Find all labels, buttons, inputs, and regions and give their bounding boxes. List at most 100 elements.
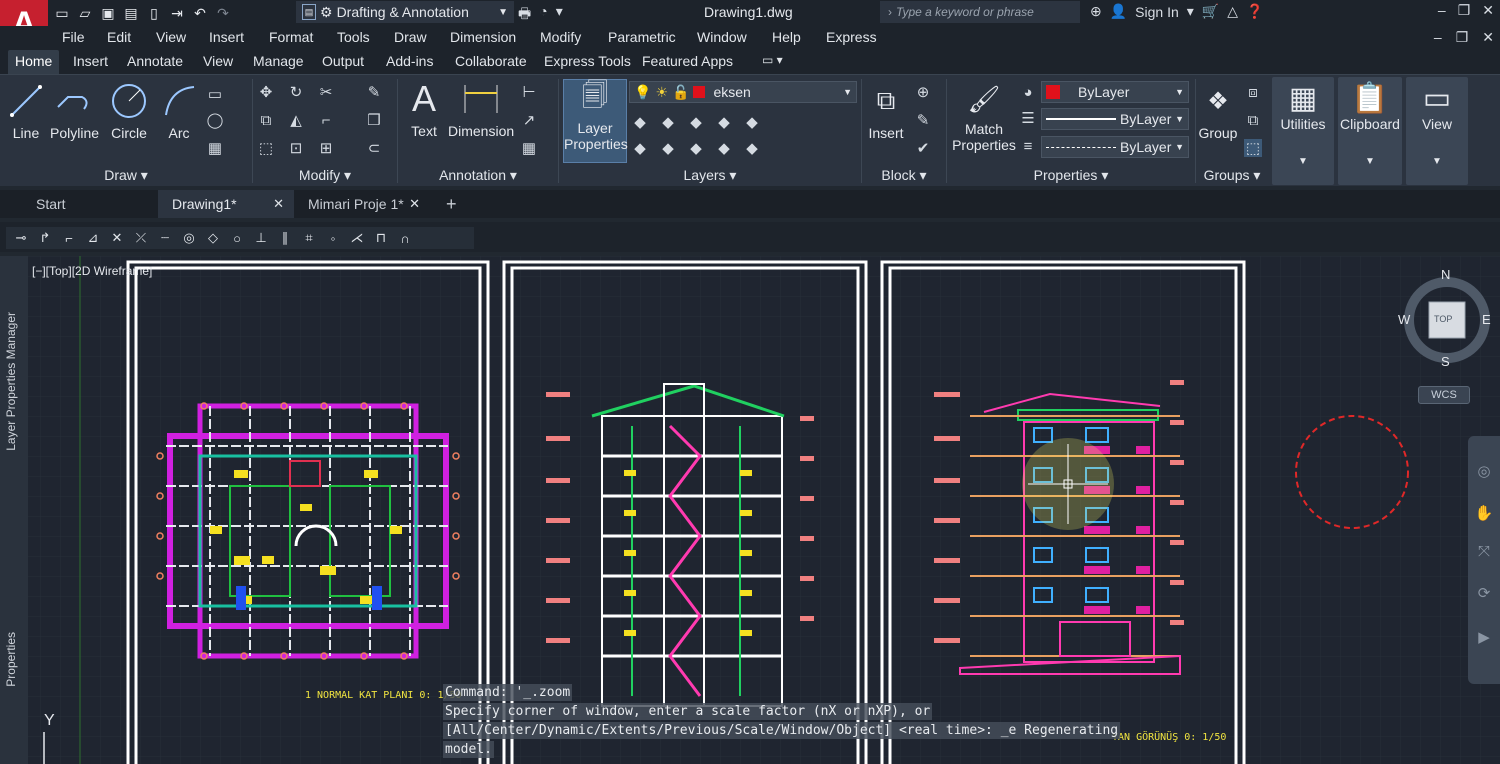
close-tab-icon[interactable]: ✕: [273, 196, 284, 212]
workspace-dropdown[interactable]: ▤ ⚙ Drafting & Annotation ▼: [296, 1, 514, 23]
save-as-icon[interactable]: ▤: [123, 5, 139, 21]
menu-file[interactable]: File: [62, 29, 85, 45]
menu-insert[interactable]: Insert: [209, 29, 244, 45]
properties-panel-title[interactable]: Properties ▾: [947, 167, 1195, 184]
layer-tool-icon[interactable]: ◆: [687, 113, 705, 131]
tab-view[interactable]: View: [203, 53, 233, 69]
sign-in-link[interactable]: Sign In: [1135, 4, 1179, 20]
scale-icon[interactable]: ⊡: [287, 139, 305, 157]
menu-edit[interactable]: Edit: [107, 29, 131, 45]
user-icon[interactable]: 👤: [1110, 3, 1127, 20]
signin-caret-icon[interactable]: ▾: [1187, 3, 1194, 20]
layer-properties-tool[interactable]: 🗐 Layer Properties: [563, 79, 628, 163]
polyline-tool[interactable]: Polyline: [50, 81, 99, 141]
text-tool[interactable]: A Text: [402, 78, 446, 139]
snap-nearest-icon[interactable]: ⋌: [348, 229, 366, 247]
share-icon[interactable]: ◔: [539, 3, 547, 27]
modify-panel-title[interactable]: Modify ▾: [253, 167, 397, 184]
snap-insert-icon[interactable]: ⌗: [300, 229, 318, 247]
redo-icon[interactable]: ↷: [215, 5, 231, 21]
new-tab-button[interactable]: +: [432, 190, 468, 218]
pan-icon[interactable]: ✋: [1475, 504, 1494, 522]
linetype-dropdown[interactable]: ByLayer ▼: [1041, 136, 1189, 158]
layer-tool-icon[interactable]: ◆: [659, 139, 677, 157]
trim-icon[interactable]: ✂: [317, 83, 335, 101]
snap-tangent-icon[interactable]: ○: [228, 229, 246, 247]
menu-window[interactable]: Window: [697, 29, 747, 45]
doc-restore-icon[interactable]: ❐: [1456, 29, 1469, 46]
leader-icon[interactable]: ↗: [520, 111, 538, 129]
ungroup-icon[interactable]: ⧈: [1244, 83, 1262, 101]
match-properties-tool[interactable]: 🖌 Match Properties: [951, 81, 1017, 154]
draw-panel-title[interactable]: Draw ▾: [0, 167, 252, 184]
tab-output[interactable]: Output: [322, 53, 364, 69]
viewcube-top-face[interactable]: TOP: [1434, 314, 1452, 324]
compass-east[interactable]: E: [1482, 312, 1491, 327]
copy-icon[interactable]: ⧉: [257, 111, 275, 129]
group-select-icon[interactable]: ⬚: [1244, 139, 1262, 157]
snap-perpendicular-icon[interactable]: ⊥: [252, 229, 270, 247]
menu-dimension[interactable]: Dimension: [450, 29, 516, 45]
ribbon-minimize-icon[interactable]: ▭ ▾: [762, 53, 783, 67]
doc-close-icon[interactable]: ✕: [1482, 29, 1494, 46]
menu-parametric[interactable]: Parametric: [608, 29, 676, 45]
compass-south[interactable]: S: [1441, 354, 1450, 369]
attribute-icon[interactable]: ✔: [914, 139, 932, 157]
offset-icon[interactable]: ⊂: [365, 139, 383, 157]
web-share-icon[interactable]: ⇥: [169, 5, 185, 21]
tab-insert[interactable]: Insert: [73, 53, 108, 69]
erase-icon[interactable]: ✎: [365, 83, 383, 101]
tab-annotate[interactable]: Annotate: [127, 53, 183, 69]
layer-tool-icon[interactable]: ◆: [743, 139, 761, 157]
groups-panel-title[interactable]: Groups ▾: [1196, 167, 1268, 184]
annotation-panel-title[interactable]: Annotation ▾: [398, 167, 558, 184]
insert-block-tool[interactable]: ⧉ Insert: [864, 81, 908, 141]
table-icon[interactable]: ▦: [520, 139, 538, 157]
layer-tool-icon[interactable]: ◆: [715, 113, 733, 131]
compass-north[interactable]: N: [1441, 267, 1450, 282]
move-icon[interactable]: ✥: [257, 83, 275, 101]
doc-minimize-icon[interactable]: –: [1434, 29, 1442, 46]
layer-properties-palette-tab[interactable]: Layer Properties Manager: [4, 312, 18, 451]
zoom-extents-icon[interactable]: ⤧: [1475, 542, 1493, 560]
clipboard-button[interactable]: 📋 Clipboard ▼: [1338, 77, 1402, 185]
layer-tool-icon[interactable]: ◆: [743, 113, 761, 131]
save-icon[interactable]: ▣: [100, 5, 116, 21]
snap-center-icon[interactable]: ◎: [180, 229, 198, 247]
lineweight-dropdown[interactable]: ByLayer ▼: [1041, 108, 1189, 130]
close-tab-icon[interactable]: ✕: [409, 196, 420, 212]
snap-midpoint-icon[interactable]: ⊿: [84, 229, 102, 247]
menu-modify[interactable]: Modify: [540, 29, 581, 45]
color-dropdown[interactable]: ByLayer ▼: [1041, 81, 1189, 103]
rotate-icon[interactable]: ↻: [287, 83, 305, 101]
viewport-controls[interactable]: [−][Top][2D Wireframe]: [32, 264, 152, 278]
autodesk-a360-icon[interactable]: △: [1227, 3, 1238, 20]
snap-from-icon[interactable]: ↱: [36, 229, 54, 247]
snap-node-icon[interactable]: ◦: [324, 229, 342, 247]
snap-quadrant-icon[interactable]: ◇: [204, 229, 222, 247]
tab-home[interactable]: Home: [8, 50, 60, 74]
menu-help[interactable]: Help: [772, 29, 801, 45]
menu-format[interactable]: Format: [269, 29, 313, 45]
doc-tab-mimari-proje[interactable]: Mimari Proje 1* ✕: [294, 190, 430, 218]
orbit-icon[interactable]: ⟳: [1475, 584, 1493, 602]
restore-icon[interactable]: ❐: [1458, 2, 1471, 19]
circle-tool[interactable]: Circle: [108, 81, 150, 141]
edit-block-icon[interactable]: ✎: [914, 111, 932, 129]
compass-west[interactable]: W: [1398, 312, 1410, 327]
tab-express-tools[interactable]: Express Tools: [544, 53, 631, 69]
minimize-icon[interactable]: –: [1438, 2, 1446, 19]
showmotion-icon[interactable]: ▶: [1475, 628, 1493, 646]
group-edit-icon[interactable]: ⧉: [1244, 111, 1262, 129]
layer-tool-icon[interactable]: ◆: [715, 139, 733, 157]
tab-add-ins[interactable]: Add-ins: [386, 53, 433, 69]
block-panel-title[interactable]: Block ▾: [862, 167, 946, 184]
tab-collaborate[interactable]: Collaborate: [455, 53, 527, 69]
cart-icon[interactable]: 🛒: [1202, 3, 1219, 20]
steering-wheel-icon[interactable]: ◎: [1475, 462, 1493, 480]
linear-dim-icon[interactable]: ⊢: [520, 83, 538, 101]
layer-tool-icon[interactable]: ◆: [631, 139, 649, 157]
fillet-icon[interactable]: ⌐: [317, 111, 335, 129]
snap-parallel-icon[interactable]: ∥: [276, 229, 294, 247]
close-icon[interactable]: ✕: [1482, 2, 1494, 19]
